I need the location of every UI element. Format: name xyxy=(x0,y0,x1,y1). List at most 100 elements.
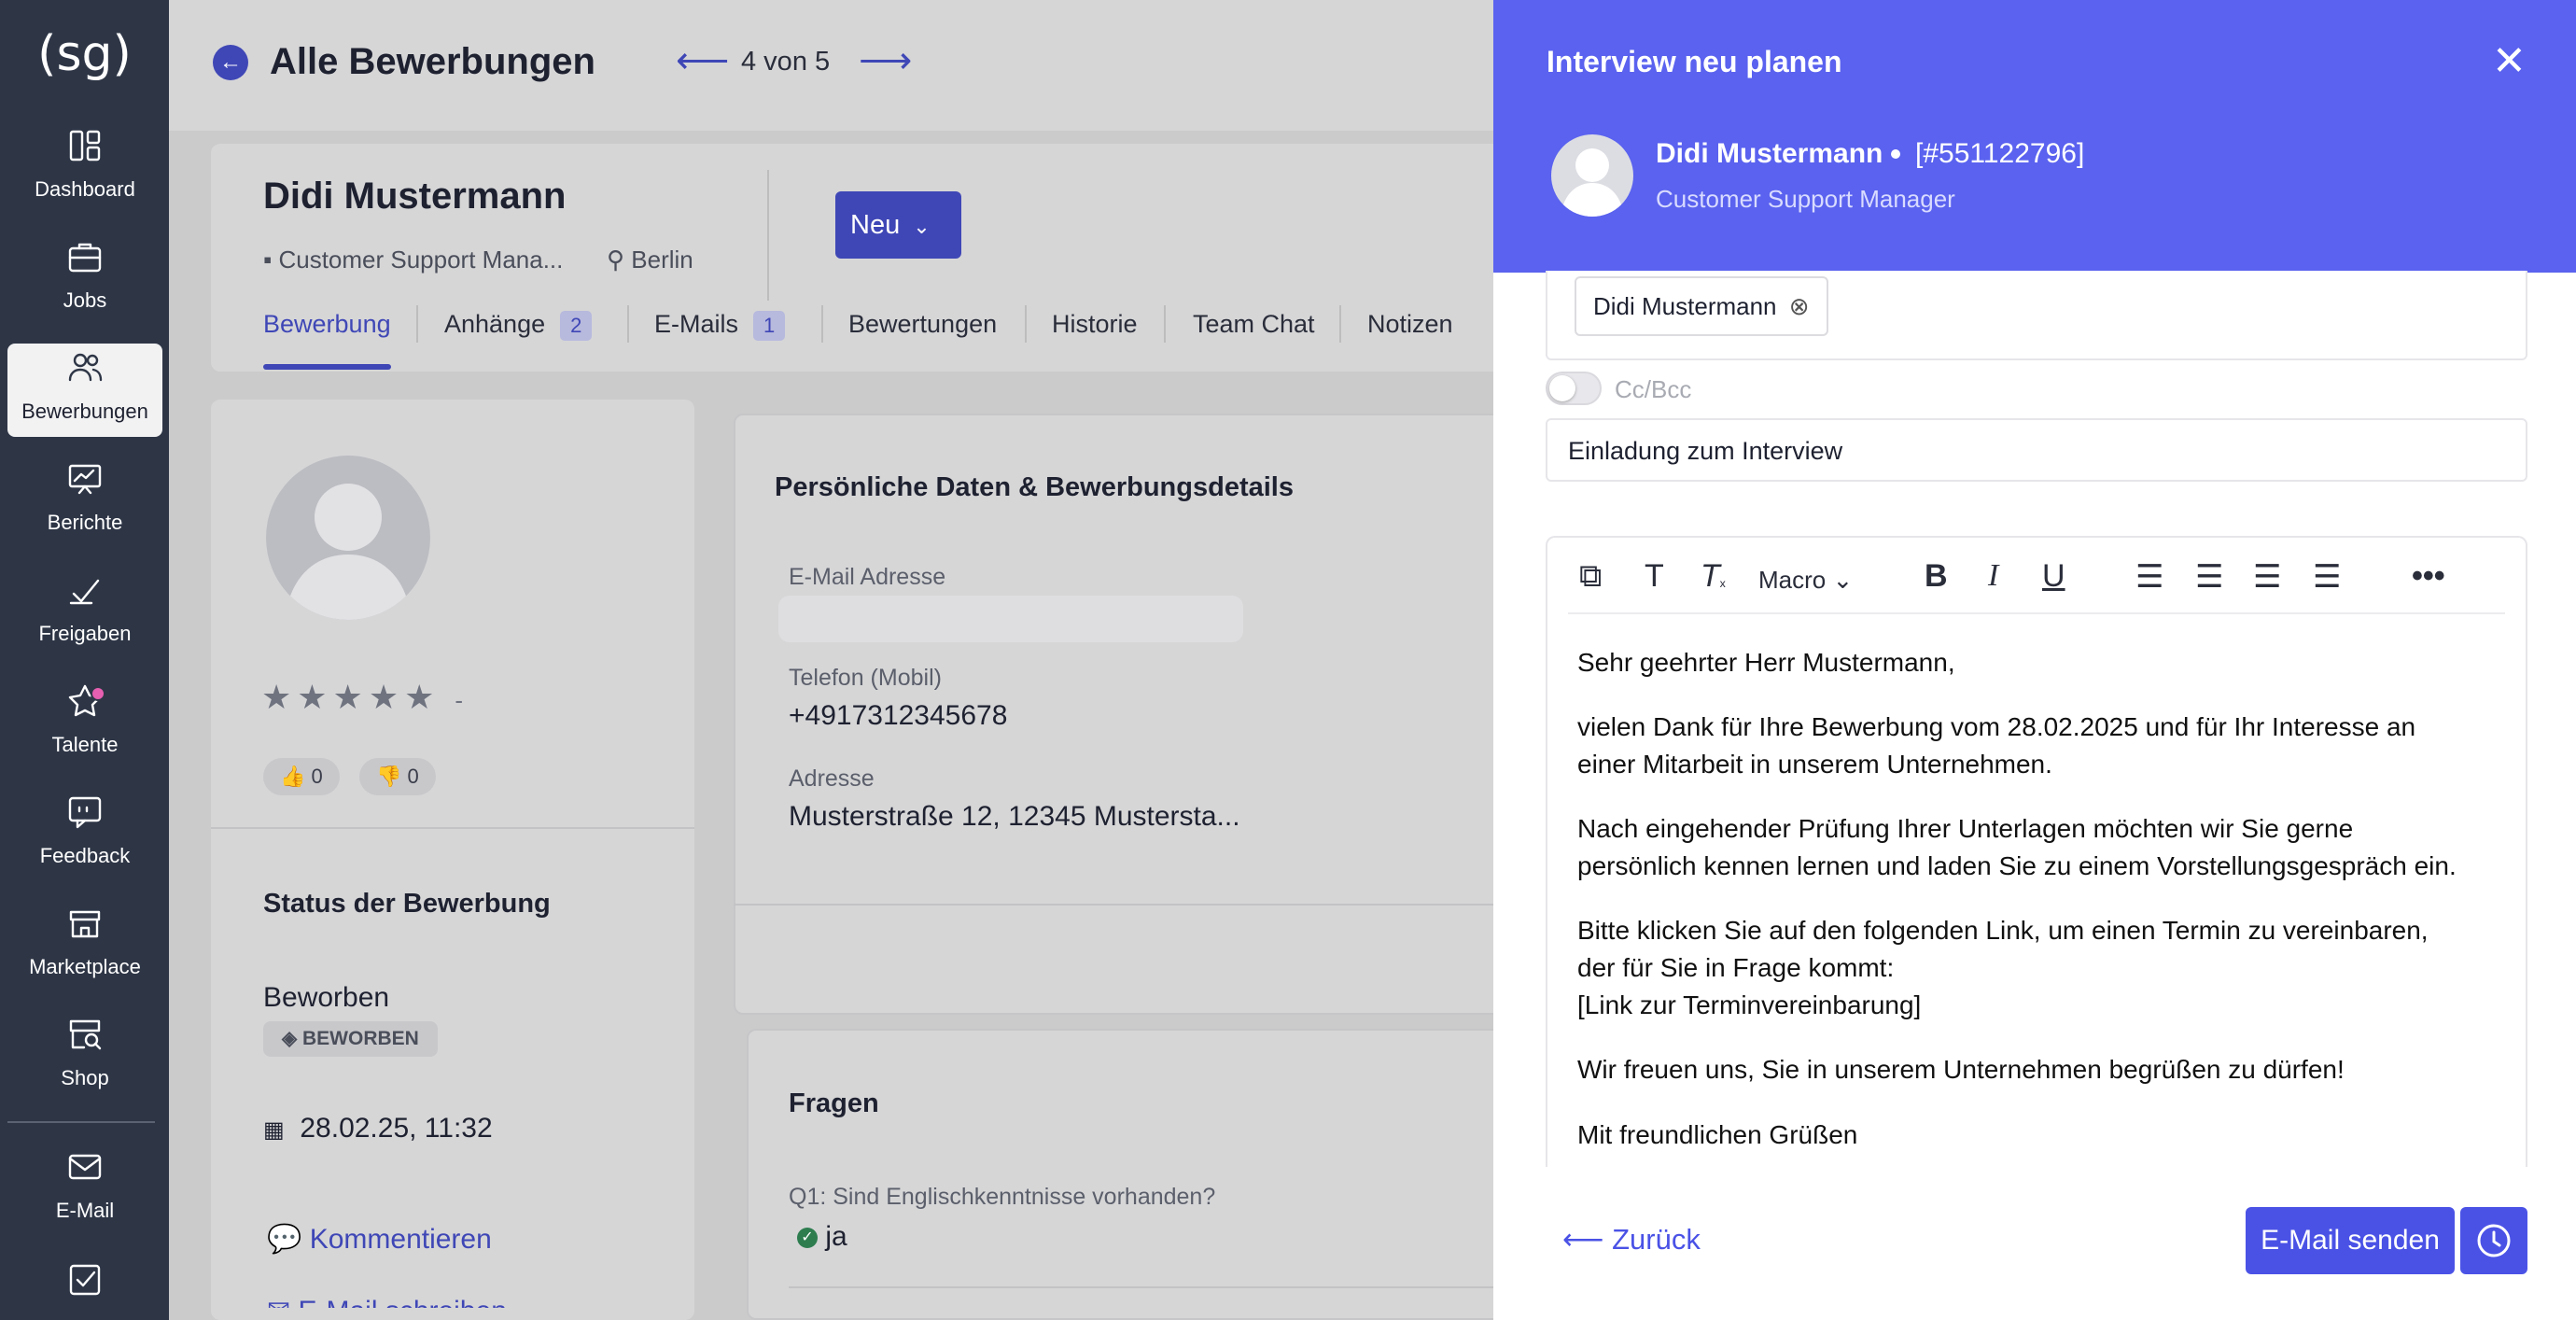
question-1: Q1: Sind Englischkenntnisse vorhanden? xyxy=(789,1184,1216,1210)
sidebar-divider xyxy=(7,1121,155,1123)
mail-icon: ✉ xyxy=(267,1296,290,1308)
sidebar-item-jobs[interactable]: Jobs xyxy=(7,232,162,326)
sidebar-item-email[interactable]: E-Mail xyxy=(7,1143,162,1236)
email-body-line: Wir freuen uns, Sie in unserem Unternehm… xyxy=(1577,1055,2345,1084)
details-title: Persönliche Daten & Bewerbungsdetails xyxy=(775,472,1294,502)
comment-link[interactable]: 💬 Kommentieren xyxy=(267,1223,492,1256)
briefcase-icon xyxy=(68,243,102,273)
send-email-button[interactable]: E-Mail senden xyxy=(2246,1207,2455,1274)
email-body-line: vielen Dank für Ihre Bewerbung vom 28.02… xyxy=(1577,712,2416,741)
rating-stars[interactable]: ★★★★★ - xyxy=(261,678,463,717)
align-left-icon[interactable]: ☰ xyxy=(2135,558,2163,596)
subject-input[interactable]: Einladung zum Interview xyxy=(1546,418,2527,482)
sidebar-item-feedback[interactable]: Feedback xyxy=(7,788,162,881)
email-body-line: Mit freundlichen Grüßen xyxy=(1577,1120,1858,1149)
tab-bewertungen[interactable]: Bewertungen xyxy=(848,310,997,339)
text-format-icon[interactable]: T xyxy=(1645,558,1664,595)
sidebar-item-dashboard[interactable]: Dashboard xyxy=(7,121,162,215)
sidebar-item-bewerbungen[interactable]: Bewerbungen xyxy=(7,344,162,437)
align-center-icon[interactable]: ☰ xyxy=(2195,558,2223,596)
underline-icon[interactable]: U xyxy=(2042,558,2065,595)
copy-icon[interactable]: ⧉ xyxy=(1579,558,1602,595)
layers-icon: ◈ xyxy=(282,1028,298,1049)
phone-value: +4917312345678 xyxy=(789,700,1008,731)
italic-icon[interactable]: I xyxy=(1988,558,1998,594)
chart-board-icon xyxy=(68,464,102,495)
panel-candidate-name: Didi Mustermann xyxy=(1656,138,1883,169)
status-badge: ◈ BEWORBEN xyxy=(263,1021,438,1057)
align-right-icon[interactable]: ☰ xyxy=(2253,558,2281,596)
clear-format-icon[interactable]: Tₓ xyxy=(1701,558,1726,595)
tab-divider xyxy=(1025,305,1027,343)
count-badge: 2 xyxy=(560,310,593,341)
ccbcc-toggle[interactable] xyxy=(1546,372,1602,405)
next-arrow-icon[interactable]: ⟶ xyxy=(859,39,912,82)
write-email-link[interactable]: ✉ E-Mail schreiben xyxy=(267,1291,507,1308)
chevron-down-icon: ⌄ xyxy=(1832,566,1854,594)
checkbox-icon xyxy=(69,1264,101,1296)
sidebar-item-label: Shop xyxy=(61,1066,109,1089)
sidebar-item-marketplace[interactable]: Marketplace xyxy=(7,899,162,992)
sidebar-item-label: Dashboard xyxy=(35,177,135,201)
sidebar-item-tasks[interactable] xyxy=(7,1254,162,1320)
sidebar: (sg) Dashboard Jobs Bewerbungen Berichte… xyxy=(0,0,169,1320)
sidebar-item-berichte[interactable]: Berichte xyxy=(7,455,162,548)
separator-dot xyxy=(1891,149,1900,159)
back-link[interactable]: ⟵ Zurück xyxy=(1562,1223,1701,1257)
bold-icon[interactable]: B xyxy=(1925,558,1948,595)
tab-bewerbung[interactable]: Bewerbung xyxy=(263,310,391,339)
sidebar-item-talente[interactable]: Talente xyxy=(7,677,162,770)
address-value: Musterstraße 12, 12345 Mustersta... xyxy=(789,801,1240,832)
thumbs-down-icon: 👎 xyxy=(376,765,402,788)
sidebar-item-label: Jobs xyxy=(63,288,107,312)
tab-divider xyxy=(416,305,418,343)
align-justify-icon[interactable]: ☰ xyxy=(2313,558,2341,596)
sidebar-item-shop[interactable]: Shop xyxy=(7,1010,162,1103)
candidate-location: ⚲ Berlin xyxy=(607,246,693,274)
back-button[interactable]: ← xyxy=(213,45,248,80)
sidebar-item-label: Berichte xyxy=(47,511,123,534)
sidebar-item-freigaben[interactable]: Freigaben xyxy=(7,566,162,659)
remove-circle-icon[interactable]: ⊗ xyxy=(1789,293,1810,321)
macro-dropdown[interactable]: Macro ⌄ xyxy=(1758,566,1853,595)
status-dropdown-button[interactable]: Neu ⌄ xyxy=(835,191,961,259)
thumbs-down-button[interactable]: 👎 0 xyxy=(359,758,436,795)
email-body-line: Bitte klicken Sie auf den folgenden Link… xyxy=(1577,916,2429,945)
store-icon xyxy=(69,910,101,938)
users-icon xyxy=(68,353,103,382)
panel-candidate-id: [#551122796] xyxy=(1915,138,2085,169)
toolbar-divider xyxy=(1568,612,2505,614)
email-body-line: einer Mitarbeit in unserem Unternehmen. xyxy=(1577,750,2052,779)
tab-notizen[interactable]: Notizen xyxy=(1367,310,1453,339)
app-logo[interactable]: (sg) xyxy=(0,26,169,82)
schedule-send-button[interactable] xyxy=(2460,1207,2527,1274)
divider xyxy=(211,827,694,829)
tab-historie[interactable]: Historie xyxy=(1052,310,1138,339)
pager-text: 4 von 5 xyxy=(741,47,831,77)
divider xyxy=(767,170,769,301)
calendar-icon: ▦ xyxy=(263,1117,285,1143)
approval-icon xyxy=(69,579,100,605)
panel-title: Interview neu planen xyxy=(1547,45,1842,78)
more-icon[interactable]: ••• xyxy=(2412,558,2445,595)
sidebar-item-label: Talente xyxy=(51,733,119,756)
notification-dot xyxy=(91,686,105,701)
thumbs-up-icon: 👍 xyxy=(280,765,306,788)
email-label: E-Mail Adresse xyxy=(789,564,946,590)
thumbs-up-button[interactable]: 👍 0 xyxy=(263,758,340,795)
sidebar-item-label: Feedback xyxy=(39,844,131,867)
tab-anhaenge[interactable]: Anhänge 2 xyxy=(444,310,593,341)
tab-divider xyxy=(821,305,823,343)
avatar xyxy=(1551,134,1633,217)
tab-team-chat[interactable]: Team Chat xyxy=(1193,310,1315,339)
dashboard-icon xyxy=(69,130,101,161)
shop-search-icon xyxy=(69,1019,102,1050)
phone-label: Telefon (Mobil) xyxy=(789,665,942,691)
close-icon[interactable]: ✕ xyxy=(2492,37,2527,85)
application-date: ▦ 28.02.25, 11:32 xyxy=(263,1113,493,1144)
sidebar-item-label: Bewerbungen xyxy=(21,400,148,423)
prev-arrow-icon[interactable]: ⟵ xyxy=(676,39,729,82)
email-value-placeholder xyxy=(778,596,1243,642)
tab-emails[interactable]: E-Mails 1 xyxy=(654,310,786,341)
candidate-name: Didi Mustermann xyxy=(263,176,567,217)
